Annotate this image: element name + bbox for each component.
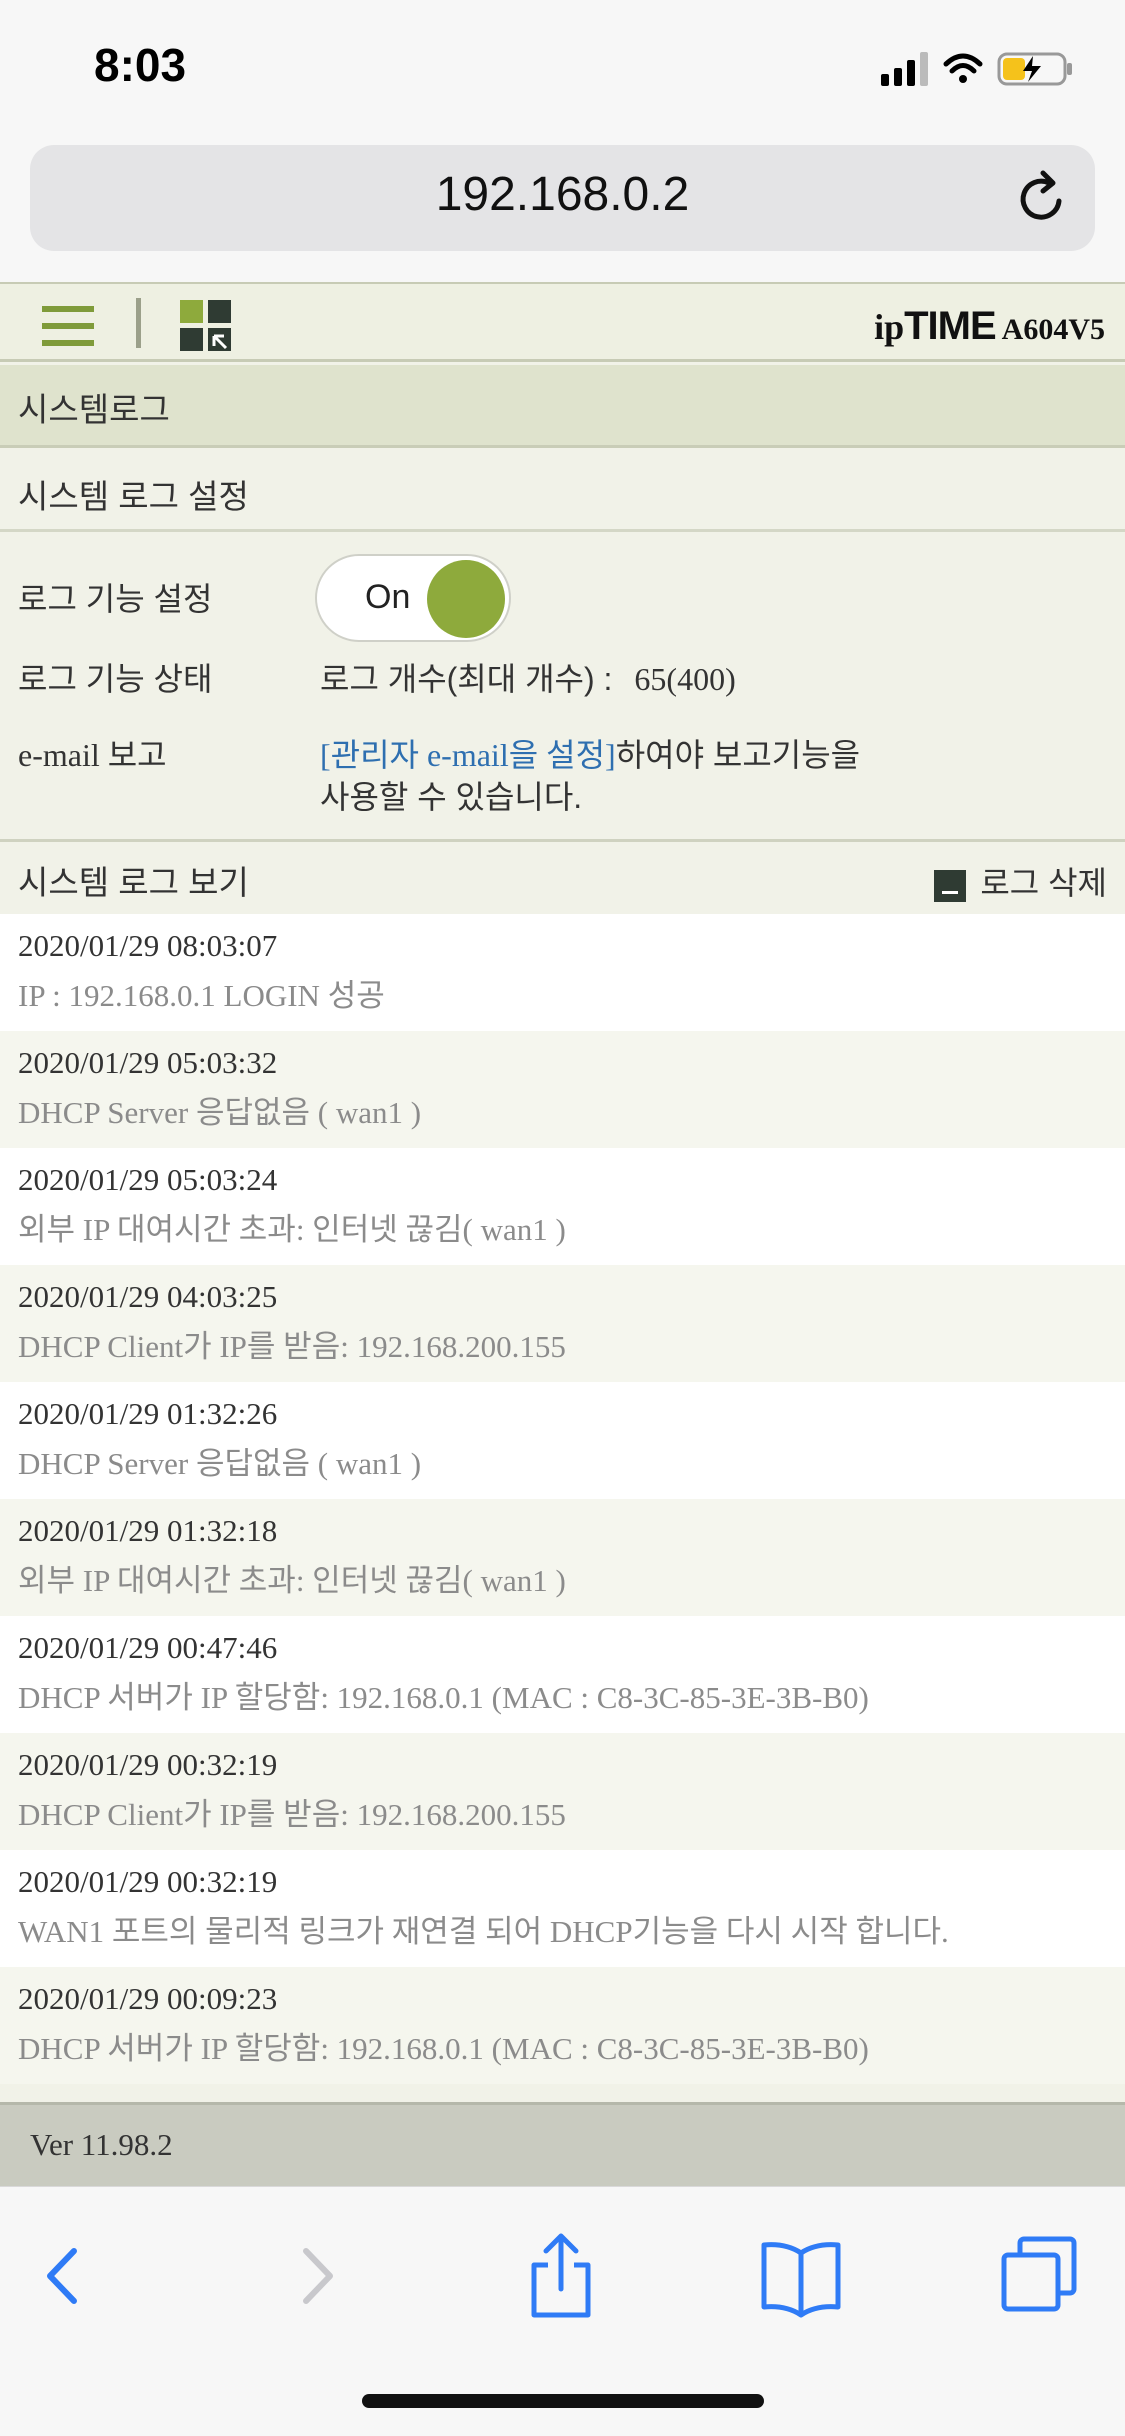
status-icons <box>881 52 1072 86</box>
delete-icon[interactable] <box>934 869 967 902</box>
log-status-label: 로그 기능 상태 <box>18 661 213 697</box>
version-footer: Ver 11.98.2 <box>0 2102 1125 2186</box>
log-message: IP : 192.168.0.1 LOGIN 성공 <box>18 978 385 1013</box>
log-count-label: 로그 개수(최대 개수) : <box>320 661 613 697</box>
battery-charging-icon <box>997 52 1072 86</box>
brand-logo: ipTIME A604V5 <box>874 302 1105 349</box>
settings-header: 시스템 로그 설정 <box>0 452 1125 532</box>
back-chevron-icon[interactable] <box>20 2231 110 2321</box>
router-header: ipTIME A604V5 <box>0 282 1125 362</box>
log-message: DHCP 서버가 IP 할당함: 192.168.0.1 (MAC : C8-3… <box>18 2031 869 2066</box>
section-title-text: 시스템로그 <box>18 391 170 428</box>
log-message: 외부 IP 대여시간 초과: 인터넷 끊김( wan1 ) <box>18 1563 566 1598</box>
log-time: 2020/01/29 01:32:26 <box>18 1396 278 1431</box>
list-item: 2020/01/29 05:03:24 외부 IP 대여시간 초과: 인터넷 끊… <box>0 1148 1125 1265</box>
delete-log-button[interactable]: 로그 삭제 <box>934 858 1107 902</box>
log-time: 2020/01/29 05:03:24 <box>18 1162 278 1197</box>
log-view-title: 시스템 로그 보기 <box>18 864 249 901</box>
cellular-signal-icon <box>881 52 928 86</box>
header-divider <box>136 298 141 348</box>
delete-log-label[interactable]: 로그 삭제 <box>980 865 1107 901</box>
log-function-label: 로그 기능 설정 <box>18 581 213 617</box>
log-time: 2020/01/29 00:47:46 <box>18 1630 278 1665</box>
log-message: 외부 IP 대여시간 초과: 인터넷 끊김( wan1 ) <box>18 1212 566 1247</box>
email-notice: [관리자 e-mail을 설정]하여야 보고기능을 <box>320 730 860 776</box>
admin-email-link[interactable]: [관리자 e-mail을 설정] <box>320 737 616 773</box>
tabs-icon[interactable] <box>996 2231 1086 2321</box>
tile-grid-icon[interactable] <box>180 300 232 352</box>
log-list: 2020/01/29 08:03:07 IP : 192.168.0.1 LOG… <box>0 914 1125 2084</box>
log-time: 2020/01/29 04:03:25 <box>18 1279 278 1314</box>
log-count-value: 65(400) <box>634 661 736 697</box>
list-item: 2020/01/29 00:47:46 DHCP 서버가 IP 할당함: 192… <box>0 1616 1125 1733</box>
log-time: 2020/01/29 08:03:07 <box>18 928 278 963</box>
list-item: 2020/01/29 00:32:19 WAN1 포트의 물리적 링크가 재연결… <box>0 1850 1125 1967</box>
email-text-2: 사용할 수 있습니다. <box>320 779 583 815</box>
home-indicator <box>362 2394 764 2408</box>
log-message: WAN1 포트의 물리적 링크가 재연결 되어 DHCP기능을 다시 시작 합니… <box>18 1914 949 1949</box>
brand-ip: ip <box>874 307 905 347</box>
toggle-knob[interactable] <box>427 560 505 638</box>
brand-time: TIME <box>904 304 997 348</box>
log-view-header: 시스템 로그 보기 로그 삭제 <box>0 842 1125 914</box>
list-item: 2020/01/29 00:09:23 DHCP 서버가 IP 할당함: 192… <box>0 1967 1125 2084</box>
model-name: A604V5 <box>1001 313 1105 346</box>
url-text[interactable]: 192.168.0.2 <box>30 167 1095 222</box>
status-time: 8:03 <box>94 39 187 91</box>
version-text: Ver 11.98.2 <box>30 2127 173 2162</box>
email-text-1: 하여야 보고기능을 <box>615 737 861 773</box>
bookmarks-icon[interactable] <box>756 2231 846 2321</box>
log-message: DHCP Client가 IP를 받음: 192.168.200.155 <box>18 1329 566 1364</box>
status-bar: 8:03 <box>0 0 1125 135</box>
wifi-icon <box>943 53 983 83</box>
list-item: 2020/01/29 01:32:18 외부 IP 대여시간 초과: 인터넷 끊… <box>0 1499 1125 1616</box>
log-message: DHCP Server 응답없음 ( wan1 ) <box>18 1446 422 1481</box>
list-item: 2020/01/29 08:03:07 IP : 192.168.0.1 LOG… <box>0 914 1125 1031</box>
reload-icon[interactable] <box>1013 169 1071 227</box>
log-message: DHCP 서버가 IP 할당함: 192.168.0.1 (MAC : C8-3… <box>18 1680 869 1715</box>
log-time: 2020/01/29 05:03:32 <box>18 1045 278 1080</box>
menu-icon[interactable] <box>42 304 94 348</box>
router-page: ipTIME A604V5 시스템로그 시스템 로그 설정 로그 기능 설정 On… <box>0 282 1125 2186</box>
log-settings-panel: 로그 기능 설정 On 로그 기능 상태 로그 개수(최대 개수) : 65(4… <box>0 532 1125 842</box>
log-message: DHCP Client가 IP를 받음: 192.168.200.155 <box>18 1797 566 1832</box>
log-time: 2020/01/29 00:32:19 <box>18 1747 278 1782</box>
list-item: 2020/01/29 00:32:19 DHCP Client가 IP를 받음:… <box>0 1733 1125 1850</box>
email-label: e-mail 보고 <box>18 737 167 773</box>
section-title: 시스템로그 <box>0 365 1125 448</box>
settings-title: 시스템 로그 설정 <box>18 478 249 515</box>
list-item: 2020/01/29 05:03:32 DHCP Server 응답없음 ( w… <box>0 1031 1125 1148</box>
log-status-value: 로그 개수(최대 개수) : 65(400) <box>320 654 736 700</box>
toggle-label: On <box>365 578 411 616</box>
log-message: DHCP Server 응답없음 ( wan1 ) <box>18 1095 422 1130</box>
email-notice-line2: 사용할 수 있습니다. <box>320 772 582 818</box>
forward-chevron-icon[interactable] <box>270 2231 360 2321</box>
share-icon[interactable] <box>516 2231 606 2321</box>
log-function-toggle[interactable]: On <box>315 554 511 642</box>
log-time: 2020/01/29 00:09:23 <box>18 1981 278 2016</box>
list-item: 2020/01/29 01:32:26 DHCP Server 응답없음 ( w… <box>0 1382 1125 1499</box>
address-bar[interactable]: 192.168.0.2 <box>30 145 1095 251</box>
log-time: 2020/01/29 00:32:19 <box>18 1864 278 1899</box>
log-time: 2020/01/29 01:32:18 <box>18 1513 278 1548</box>
list-item: 2020/01/29 04:03:25 DHCP Client가 IP를 받음:… <box>0 1265 1125 1382</box>
